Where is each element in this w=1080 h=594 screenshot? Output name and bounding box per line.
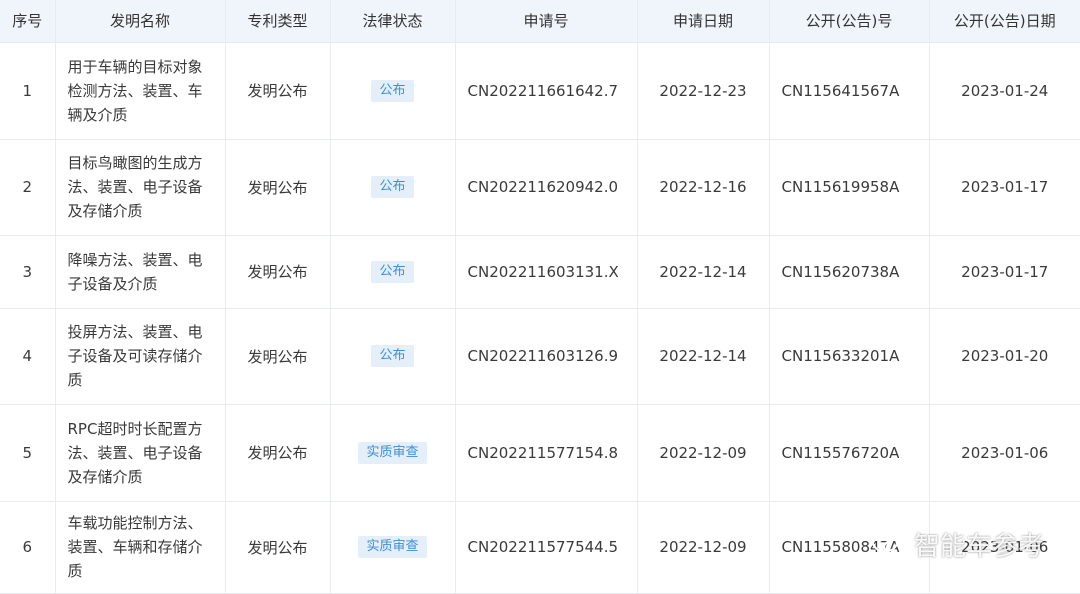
patent-name-link[interactable]: 车载功能控制方法、装置、车辆和存储介质 (55, 501, 226, 594)
row-index: 5 (0, 404, 56, 502)
publication-date: 2023-01-20 (929, 308, 1080, 405)
table-row[interactable]: 4 投屏方法、装置、电子设备及可读存储介质 发明公布 公布 CN20221160… (0, 308, 1080, 405)
patent-name-link[interactable]: RPC超时时长配置方法、装置、电子设备及存储介质 (55, 404, 226, 502)
status-cell: 公布 (330, 308, 456, 405)
patent-type: 发明公布 (225, 404, 331, 502)
application-number: CN202211577544.5 (455, 501, 638, 594)
status-badge: 实质审查 (358, 536, 427, 558)
watermark-text: 智能车参考 (913, 532, 1044, 562)
patent-table: 序号 发明名称 专利类型 法律状态 申请号 申请日期 公开(公告)号 公开(公告… (0, 0, 1080, 594)
publication-number: CN115641567A (769, 42, 930, 140)
application-date: 2022-12-14 (637, 308, 770, 405)
status-badge: 公布 (371, 79, 414, 102)
table-row[interactable]: 5 RPC超时时长配置方法、装置、电子设备及存储介质 发明公布 实质审查 CN2… (0, 404, 1080, 502)
status-cell: 公布 (330, 42, 456, 140)
patent-type: 发明公布 (225, 42, 331, 140)
col-header-pub-no[interactable]: 公开(公告)号 (769, 0, 930, 43)
status-badge: 实质审查 (358, 441, 427, 464)
status-cell: 公布 (330, 235, 456, 309)
application-date: 2022-12-14 (637, 235, 770, 309)
application-number: CN202211603126.9 (455, 308, 638, 405)
status-cell: 公布 (330, 139, 456, 236)
application-date: 2022-12-16 (637, 139, 770, 236)
row-index: 2 (0, 139, 56, 236)
table-row[interactable]: 2 目标鸟瞰图的生成方法、装置、电子设备及存储介质 发明公布 公布 CN2022… (0, 139, 1080, 236)
table-header: 序号 发明名称 专利类型 法律状态 申请号 申请日期 公开(公告)号 公开(公告… (0, 0, 1080, 43)
application-number: CN202211577154.8 (455, 404, 638, 502)
publication-number: CN115576720A (769, 404, 930, 502)
patent-type: 发明公布 (225, 139, 331, 236)
application-number: CN202211620942.0 (455, 139, 638, 236)
wechat-icon (871, 531, 905, 557)
publication-date: 2023-01-24 (929, 42, 1080, 140)
publication-number: CN115633201A (769, 308, 930, 405)
col-header-app-date[interactable]: 申请日期 (637, 0, 770, 43)
publication-date: 2023-01-17 (929, 139, 1080, 236)
patent-type: 发明公布 (225, 308, 331, 405)
publication-date: 2023-01-06 (929, 404, 1080, 502)
publication-date: 2023-01-17 (929, 235, 1080, 309)
status-badge: 公布 (371, 345, 414, 367)
col-header-app-no[interactable]: 申请号 (455, 0, 638, 43)
status-badge: 公布 (371, 260, 414, 283)
patent-name-link[interactable]: 目标鸟瞰图的生成方法、装置、电子设备及存储介质 (55, 139, 226, 236)
application-date: 2022-12-09 (637, 501, 770, 594)
row-index: 3 (0, 235, 56, 309)
row-index: 1 (0, 42, 56, 140)
col-header-status[interactable]: 法律状态 (330, 0, 456, 43)
patent-name-link[interactable]: 投屏方法、装置、电子设备及可读存储介质 (55, 308, 226, 405)
row-index: 4 (0, 308, 56, 405)
status-cell: 实质审查 (330, 501, 456, 594)
patent-name-link[interactable]: 降噪方法、装置、电子设备及介质 (55, 235, 226, 309)
patent-name-link[interactable]: 用于车辆的目标对象检测方法、装置、车辆及介质 (55, 42, 226, 140)
table-row[interactable]: 3 降噪方法、装置、电子设备及介质 发明公布 公布 CN202211603131… (0, 235, 1080, 309)
application-number: CN202211603131.X (455, 235, 638, 309)
publication-number: CN115619958A (769, 139, 930, 236)
publication-number: CN115620738A (769, 235, 930, 309)
patent-type: 发明公布 (225, 501, 331, 594)
col-header-name[interactable]: 发明名称 (55, 0, 226, 43)
col-header-pub-date[interactable]: 公开(公告)日期 (929, 0, 1080, 43)
application-date: 2022-12-09 (637, 404, 770, 502)
watermark: 智能车参考 (871, 526, 1044, 563)
col-header-index[interactable]: 序号 (0, 0, 56, 43)
table-row[interactable]: 1 用于车辆的目标对象检测方法、装置、车辆及介质 发明公布 公布 CN20221… (0, 42, 1080, 140)
row-index: 6 (0, 501, 56, 594)
application-number: CN202211661642.7 (455, 42, 638, 140)
status-badge: 公布 (371, 176, 414, 198)
status-cell: 实质审查 (330, 404, 456, 502)
application-date: 2022-12-23 (637, 42, 770, 140)
patent-type: 发明公布 (225, 235, 331, 309)
col-header-type[interactable]: 专利类型 (225, 0, 331, 43)
